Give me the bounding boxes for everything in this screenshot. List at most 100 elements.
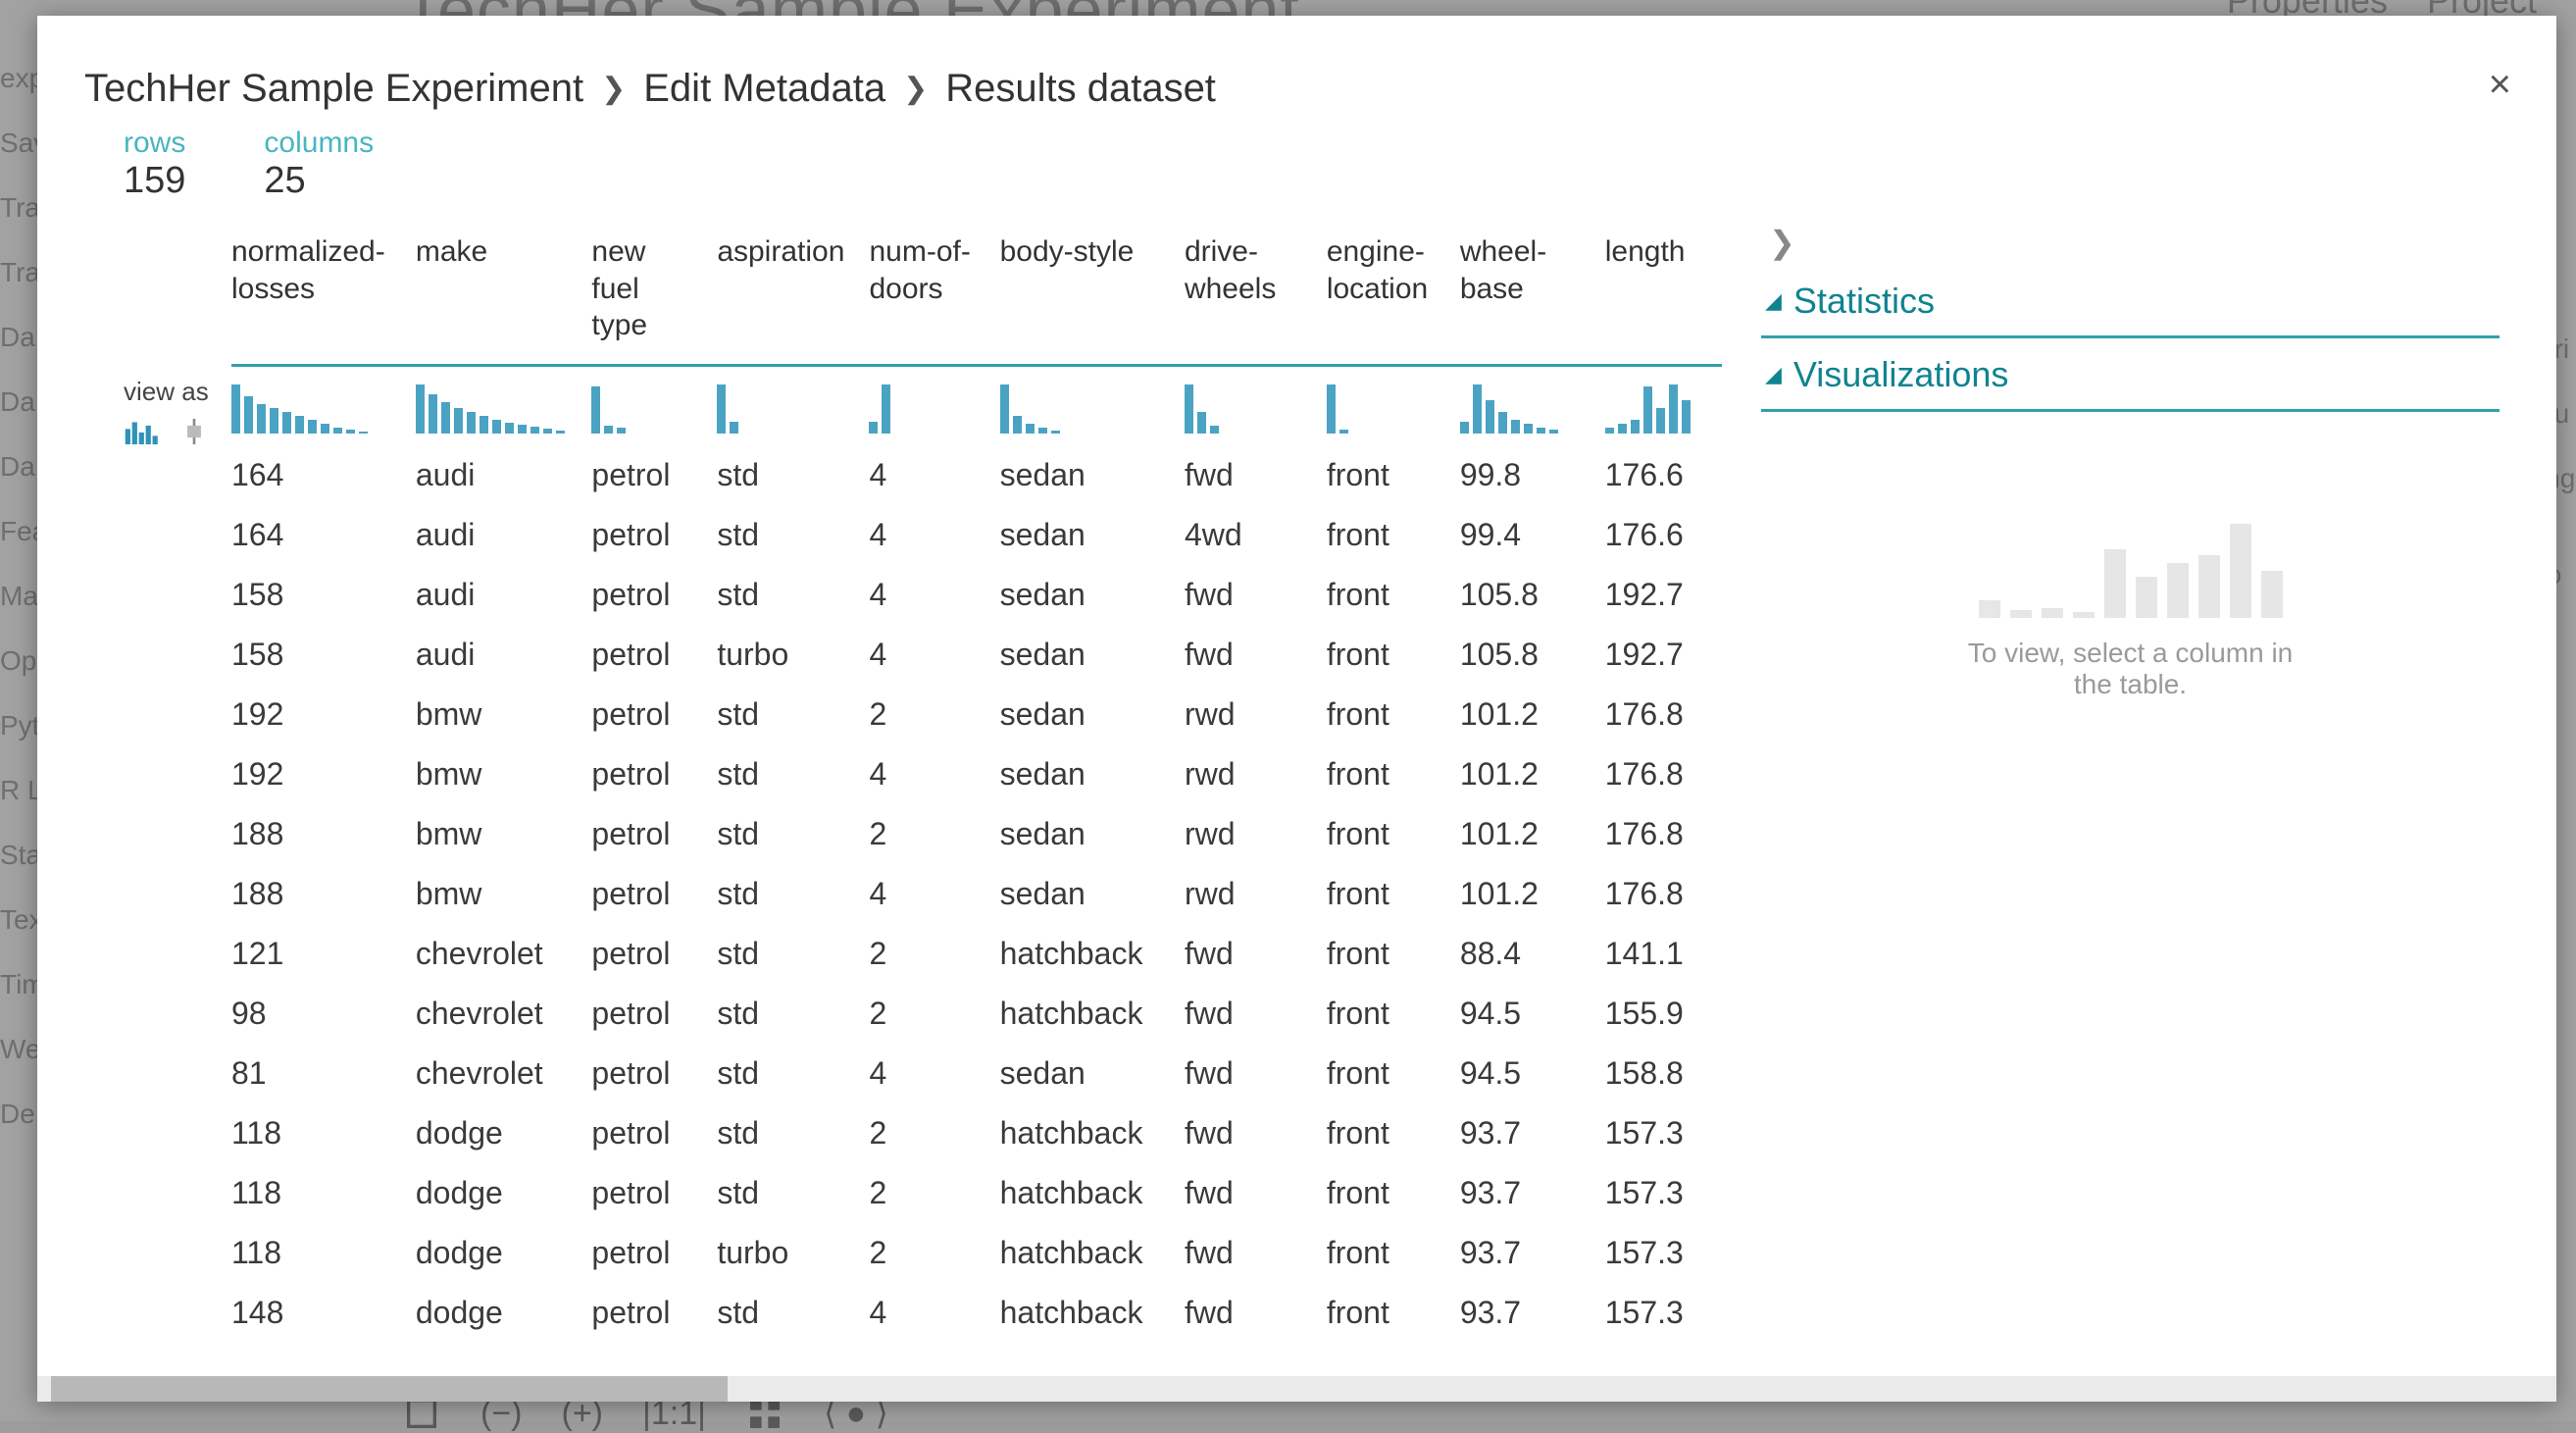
cell[interactable]: petrol <box>591 1044 717 1103</box>
cell[interactable]: 158.8 <box>1605 1044 1722 1103</box>
cell[interactable]: 4 <box>869 445 999 505</box>
cell[interactable]: std <box>717 505 869 565</box>
cell[interactable]: 101.2 <box>1460 804 1605 864</box>
breadcrumb-experiment[interactable]: TechHer Sample Experiment <box>84 67 583 111</box>
cell[interactable]: fwd <box>1185 625 1327 685</box>
table-row[interactable]: 192bmwpetrolstd2sedanrwdfront101.2176.8 <box>231 685 1722 744</box>
cell[interactable]: chevrolet <box>416 1044 592 1103</box>
column-sparkline[interactable] <box>416 365 592 445</box>
column-header[interactable]: num-of-doors <box>869 220 999 365</box>
cell[interactable]: 192 <box>231 744 416 804</box>
cell[interactable]: 105.8 <box>1460 625 1605 685</box>
cell[interactable]: 155.9 <box>1605 984 1722 1044</box>
histogram-view-icon[interactable] <box>124 415 163 448</box>
cell[interactable]: 4 <box>869 565 999 625</box>
table-row[interactable]: 192bmwpetrolstd4sedanrwdfront101.2176.8 <box>231 744 1722 804</box>
cell[interactable]: 118 <box>231 1223 416 1283</box>
cell[interactable]: chevrolet <box>416 924 592 984</box>
cell[interactable]: 4 <box>869 1044 999 1103</box>
cell[interactable]: front <box>1327 1163 1460 1223</box>
cell[interactable]: 4 <box>869 505 999 565</box>
cell[interactable]: 94.5 <box>1460 1044 1605 1103</box>
cell[interactable]: petrol <box>591 804 717 864</box>
cell[interactable]: fwd <box>1185 1343 1327 1357</box>
column-header[interactable]: body-style <box>1000 220 1185 365</box>
cell[interactable]: 4wd <box>1185 505 1327 565</box>
cell[interactable]: 157.3 <box>1605 1343 1722 1357</box>
cell[interactable]: 4 <box>869 625 999 685</box>
cell[interactable]: fwd <box>1185 1283 1327 1343</box>
data-grid-scroll[interactable]: normalized-lossesmakenew fuel typeaspira… <box>231 220 1722 1356</box>
cell[interactable]: 121 <box>231 924 416 984</box>
scrollbar-thumb[interactable] <box>51 1376 728 1402</box>
cell[interactable]: front <box>1327 744 1460 804</box>
cell[interactable]: 158 <box>231 565 416 625</box>
table-row[interactable]: 118dodgepetrolstd2hatchbackfwdfront93.71… <box>231 1163 1722 1223</box>
cell[interactable]: 176.8 <box>1605 864 1722 924</box>
cell[interactable]: 158 <box>231 625 416 685</box>
cell[interactable]: sedan <box>1000 685 1185 744</box>
table-row[interactable]: 188bmwpetrolstd2sedanrwdfront101.2176.8 <box>231 804 1722 864</box>
cell[interactable]: 176.8 <box>1605 685 1722 744</box>
cell[interactable]: front <box>1327 1283 1460 1343</box>
cell[interactable]: 118 <box>231 1163 416 1223</box>
cell[interactable]: front <box>1327 1103 1460 1163</box>
column-sparkline[interactable] <box>1327 365 1460 445</box>
cell[interactable]: petrol <box>591 505 717 565</box>
boxplot-view-icon[interactable] <box>175 415 214 448</box>
cell[interactable]: std <box>717 1343 869 1357</box>
cell[interactable]: 81 <box>231 1044 416 1103</box>
cell[interactable]: sedan <box>1000 565 1185 625</box>
table-row[interactable]: 148dodgepetrolstd4hatchbackfwdfront93.71… <box>231 1283 1722 1343</box>
column-sparkline[interactable] <box>1460 365 1605 445</box>
cell[interactable]: petrol <box>591 1163 717 1223</box>
cell[interactable]: dodge <box>416 1103 592 1163</box>
column-header[interactable]: new fuel type <box>591 220 717 365</box>
cell[interactable]: 101.2 <box>1460 864 1605 924</box>
cell[interactable]: 93.7 <box>1460 1163 1605 1223</box>
cell[interactable]: std <box>717 1044 869 1103</box>
column-sparkline[interactable] <box>231 365 416 445</box>
cell[interactable]: 148 <box>231 1283 416 1343</box>
column-sparkline[interactable] <box>591 365 717 445</box>
cell[interactable]: front <box>1327 1223 1460 1283</box>
table-row[interactable]: 164audipetrolstd4sedanfwdfront99.8176.6 <box>231 445 1722 505</box>
table-row[interactable]: 148dodgepetrolstd4sedanfwdfront93.7157.3 <box>231 1343 1722 1357</box>
cell[interactable]: front <box>1327 625 1460 685</box>
cell[interactable]: front <box>1327 445 1460 505</box>
cell[interactable]: 4 <box>869 1343 999 1357</box>
cell[interactable]: turbo <box>717 1223 869 1283</box>
cell[interactable]: hatchback <box>1000 1223 1185 1283</box>
cell[interactable]: petrol <box>591 1103 717 1163</box>
cell[interactable]: sedan <box>1000 744 1185 804</box>
cell[interactable]: sedan <box>1000 445 1185 505</box>
cell[interactable]: 188 <box>231 804 416 864</box>
cell[interactable]: sedan <box>1000 1343 1185 1357</box>
cell[interactable]: front <box>1327 984 1460 1044</box>
column-header[interactable]: make <box>416 220 592 365</box>
cell[interactable]: rwd <box>1185 864 1327 924</box>
cell[interactable]: 2 <box>869 1223 999 1283</box>
cell[interactable]: 2 <box>869 804 999 864</box>
cell[interactable]: 176.8 <box>1605 804 1722 864</box>
cell[interactable]: 192 <box>231 685 416 744</box>
cell[interactable]: petrol <box>591 924 717 984</box>
cell[interactable]: std <box>717 984 869 1044</box>
cell[interactable]: 93.7 <box>1460 1103 1605 1163</box>
cell[interactable]: hatchback <box>1000 1103 1185 1163</box>
cell[interactable]: 105.8 <box>1460 565 1605 625</box>
column-header[interactable]: normalized-losses <box>231 220 416 365</box>
cell[interactable]: 157.3 <box>1605 1103 1722 1163</box>
table-row[interactable]: 164audipetrolstd4sedan4wdfront99.4176.6 <box>231 505 1722 565</box>
cell[interactable]: std <box>717 1283 869 1343</box>
cell[interactable]: 157.3 <box>1605 1163 1722 1223</box>
cell[interactable]: 93.7 <box>1460 1223 1605 1283</box>
cell[interactable]: sedan <box>1000 625 1185 685</box>
cell[interactable]: dodge <box>416 1283 592 1343</box>
cell[interactable]: fwd <box>1185 1044 1327 1103</box>
cell[interactable]: rwd <box>1185 804 1327 864</box>
cell[interactable]: 164 <box>231 505 416 565</box>
cell[interactable]: std <box>717 685 869 744</box>
cell[interactable]: 99.4 <box>1460 505 1605 565</box>
cell[interactable]: 2 <box>869 1163 999 1223</box>
